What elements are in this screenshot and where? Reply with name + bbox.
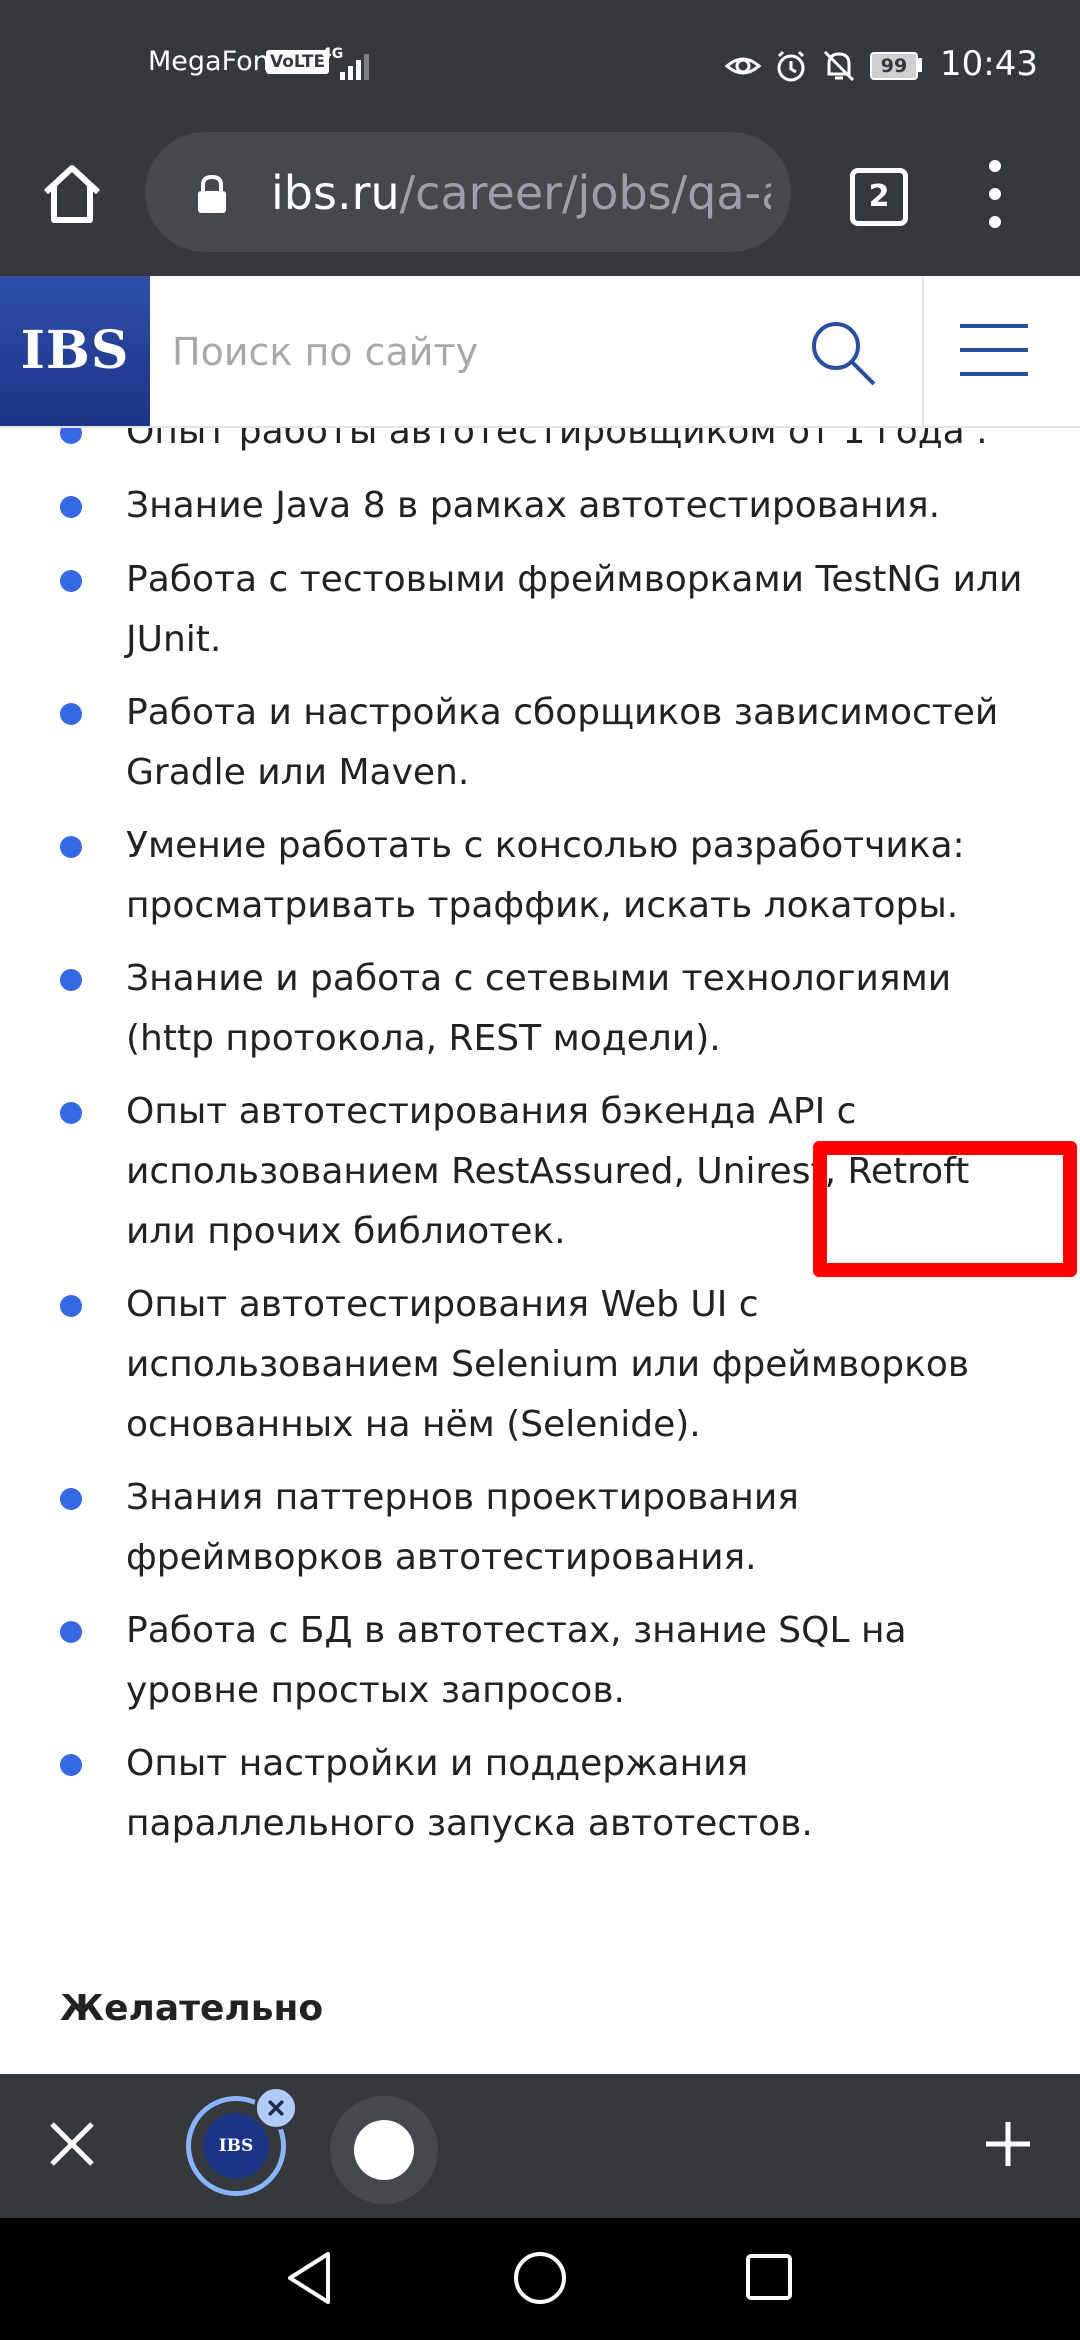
- ibs-logo[interactable]: IBS: [0, 276, 150, 426]
- requirement-text: Работа с БД в автотестах, знание SQL на …: [126, 1610, 907, 1711]
- battery-tip: [918, 58, 922, 72]
- address-bar[interactable]: ibs.ru/career/jobs/qa-a: [145, 132, 791, 252]
- site-search-input[interactable]: [170, 316, 774, 388]
- recent-apps-icon[interactable]: [744, 2252, 794, 2302]
- more-menu-icon[interactable]: [980, 160, 1010, 228]
- alarm-icon: [777, 50, 805, 82]
- tab-close-icon[interactable]: [254, 2086, 298, 2130]
- requirement-text: Работа и настройка сборщиков зависимосте…: [126, 692, 999, 793]
- tab-strip: IBS: [0, 2074, 1080, 2218]
- bullet-icon: [60, 428, 82, 444]
- carrier-name: MegaFon: [148, 46, 270, 77]
- status-bar: MegaFon VoLTE 4G 99 10:43: [0, 0, 1080, 132]
- hamburger-menu-icon[interactable]: [960, 324, 1032, 378]
- bullet-icon: [60, 969, 82, 991]
- bell-off-icon: [823, 50, 855, 82]
- bullet-icon: [60, 496, 82, 518]
- home-icon[interactable]: [36, 158, 108, 230]
- bullet-icon: [60, 1754, 82, 1776]
- bullet-icon: [60, 1621, 82, 1643]
- clock: 10:43: [940, 44, 1038, 84]
- eye-icon: [725, 57, 762, 75]
- bullet-icon: [60, 1295, 82, 1317]
- section-heading: Желательно: [60, 1988, 324, 2029]
- requirement-text: Опыт автотестирования бэкенда API с испо…: [126, 1091, 970, 1252]
- tab-switcher-button[interactable]: 2: [850, 168, 908, 226]
- home-circle-icon[interactable]: [512, 2250, 568, 2306]
- signal-icon: [340, 50, 376, 80]
- plus-icon[interactable]: [980, 2116, 1036, 2172]
- bullet-icon: [60, 1102, 82, 1124]
- requirement-text: Опыт настройки и поддержания параллельно…: [126, 1743, 813, 1844]
- back-icon[interactable]: [282, 2248, 338, 2308]
- close-icon[interactable]: [44, 2116, 100, 2172]
- requirement-text: Опыт автотестирования Web UI с использов…: [126, 1284, 970, 1445]
- requirement-text: Умение работать с консолью разработчика:…: [126, 825, 965, 926]
- tab-thumbnail[interactable]: [330, 2096, 438, 2204]
- bullet-icon: [60, 703, 82, 725]
- system-nav-bar: [0, 2218, 1080, 2340]
- url-text[interactable]: ibs.ru/career/jobs/qa-a: [271, 166, 771, 220]
- requirement-text: Опыт работы автотестировщиком от 1 года …: [126, 428, 988, 452]
- bullet-icon: [60, 1488, 82, 1510]
- site-header: IBS: [0, 276, 1080, 428]
- battery-icon: 99: [870, 52, 918, 80]
- bullet-icon: [60, 836, 82, 858]
- search-icon[interactable]: [808, 318, 878, 388]
- requirement-text: Знание Java 8 в рамках автотестирования.: [126, 485, 941, 526]
- page-content: Опыт работы автотестировщиком от 1 года …: [0, 428, 1080, 2074]
- requirement-text: Работа с тестовыми фреймворками TestNG и…: [126, 559, 1023, 660]
- volte-badge: VoLTE: [266, 50, 330, 74]
- url-path: /career/jobs/qa-a: [399, 166, 771, 220]
- requirement-text: Знание и работа с сетевыми технологиями …: [126, 958, 952, 1059]
- requirement-text: Знания паттернов проектирования фреймвор…: [126, 1477, 799, 1578]
- browser-toolbar: ibs.ru/career/jobs/qa-a 2: [0, 132, 1080, 276]
- tab-favicon: [354, 2120, 414, 2180]
- lock-icon: [198, 174, 226, 213]
- bullet-icon: [60, 570, 82, 592]
- url-domain: ibs.ru: [271, 166, 400, 220]
- header-divider: [922, 276, 924, 426]
